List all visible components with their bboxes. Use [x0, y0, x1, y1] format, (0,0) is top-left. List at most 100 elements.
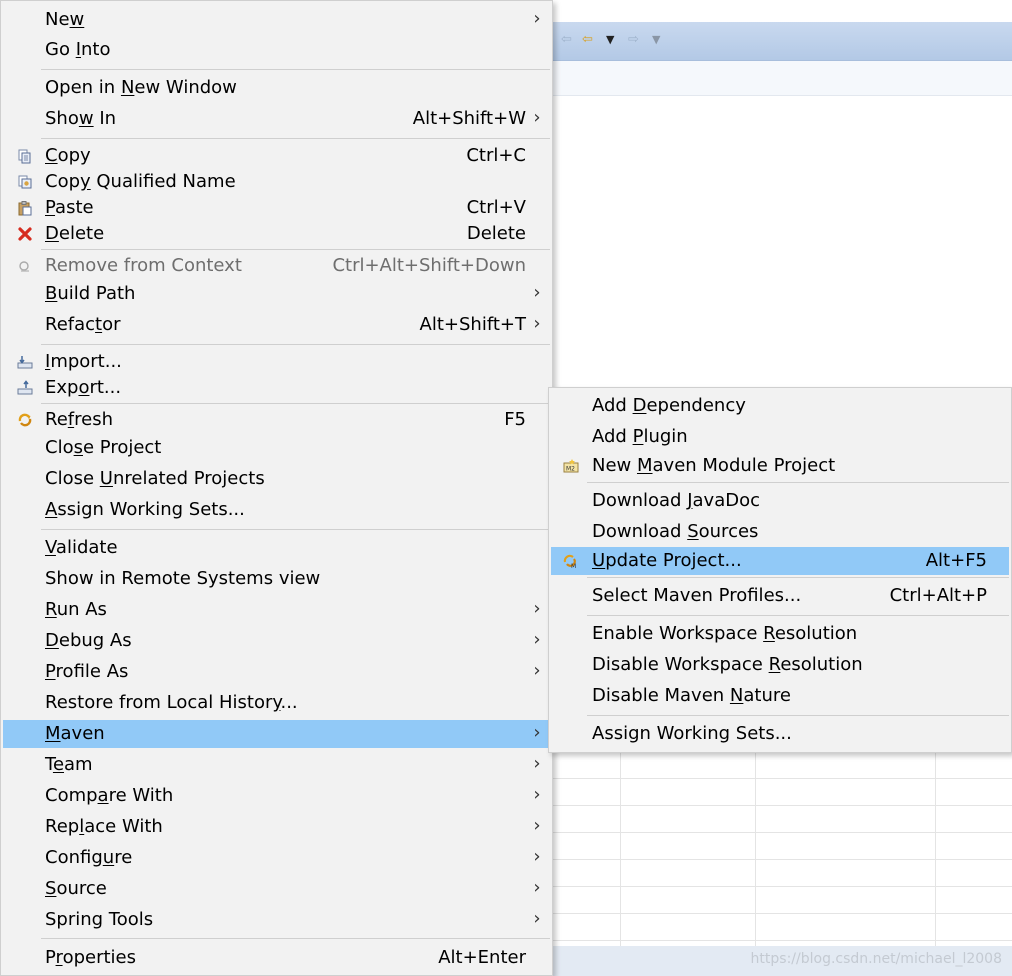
menu-item-label: Update Project...	[592, 550, 742, 571]
menu-item-update-project[interactable]: M Update Project... Alt+F5	[551, 547, 1009, 575]
menu-item-label: Add Plugin	[592, 426, 688, 447]
menu-item-label: Export...	[45, 377, 122, 398]
menu-item-show-in[interactable]: Show In Alt+Shift+W ›	[3, 105, 550, 133]
menu-item-label: Assign Working Sets...	[45, 499, 245, 520]
menu-item-copy-qualified[interactable]: Copy Qualified Name	[3, 168, 550, 196]
menu-item-open-new-window[interactable]: Open in New Window	[3, 74, 550, 102]
menu-item-new-module[interactable]: M2 New Maven Module Project	[551, 452, 1009, 480]
submenu-arrow-icon: ›	[533, 598, 541, 619]
menu-item-label: Copy	[45, 145, 91, 166]
menu-item-label: Show In	[45, 108, 117, 129]
forward-dropdown-icon[interactable]: ▼	[652, 31, 660, 49]
menu-item-replace-with[interactable]: Replace With ›	[3, 813, 550, 841]
menu-item-add-plugin[interactable]: Add Plugin	[551, 423, 1009, 451]
view-subbar	[553, 61, 1012, 96]
submenu-arrow-icon: ›	[533, 908, 541, 929]
menu-item-label: Team	[45, 754, 93, 775]
back-dropdown-icon[interactable]: ▼	[606, 31, 614, 49]
menu-item-shortcut: Alt+Shift+W	[412, 108, 526, 129]
submenu-arrow-icon: ›	[533, 722, 541, 743]
menu-item-source[interactable]: Source ›	[3, 875, 550, 903]
menu-item-profile-as[interactable]: Profile As ›	[3, 658, 550, 686]
submenu-arrow-icon: ›	[533, 815, 541, 836]
menu-item-go-into[interactable]: Go Into	[3, 36, 550, 64]
menu-item-configure[interactable]: Configure ›	[3, 844, 550, 872]
forward-arrow-icon[interactable]: ⇨	[628, 31, 639, 49]
menu-item-disable-workspace[interactable]: Disable Workspace Resolution	[551, 651, 1009, 679]
submenu-arrow-icon: ›	[533, 660, 541, 681]
menu-item-label: Maven	[45, 723, 105, 744]
menu-item-assign-working-sets[interactable]: Assign Working Sets...	[3, 496, 550, 524]
menu-item-export[interactable]: Export...	[3, 374, 550, 402]
menu-item-label: Refactor	[45, 314, 121, 335]
submenu-arrow-icon: ›	[533, 877, 541, 898]
menu-item-label: Disable Workspace Resolution	[592, 654, 863, 675]
menu-item-download-javadoc[interactable]: Download JavaDoc	[551, 487, 1009, 515]
back-nav-icon[interactable]: ⇦	[582, 31, 593, 49]
menu-item-delete[interactable]: Delete Delete	[3, 220, 550, 248]
menu-item-label: Compare With	[45, 785, 174, 806]
menu-item-label: Download Sources	[592, 521, 759, 542]
menu-item-label: Show in Remote Systems view	[45, 568, 321, 589]
menu-item-properties[interactable]: Properties Alt+Enter	[3, 944, 550, 972]
menu-item-maven[interactable]: Maven ›	[3, 720, 550, 748]
menu-item-show-remote[interactable]: Show in Remote Systems view	[3, 565, 550, 593]
menu-separator	[41, 69, 550, 70]
submenu-arrow-icon: ›	[533, 846, 541, 867]
menu-item-run-as[interactable]: Run As ›	[3, 596, 550, 624]
menu-item-close-unrelated[interactable]: Close Unrelated Projects	[3, 465, 550, 493]
menu-item-validate[interactable]: Validate	[3, 534, 550, 562]
submenu-arrow-icon: ›	[533, 629, 541, 650]
menu-separator	[587, 615, 1009, 616]
watermark-text: https://blog.csdn.net/michael_l2008	[750, 951, 1002, 967]
menu-item-copy[interactable]: Copy Ctrl+C	[3, 142, 550, 170]
menu-item-add-dependency[interactable]: Add Dependency	[551, 392, 1009, 420]
export-icon	[17, 380, 33, 396]
menu-item-spring-tools[interactable]: Spring Tools ›	[3, 906, 550, 934]
menu-item-label: Paste	[45, 197, 94, 218]
menu-item-label: Open in New Window	[45, 77, 237, 98]
submenu-arrow-icon: ›	[533, 8, 541, 29]
menu-item-label: Source	[45, 878, 107, 899]
menu-item-refresh[interactable]: Refresh F5	[3, 406, 550, 434]
submenu-arrow-icon: ›	[533, 107, 541, 128]
menu-item-shortcut: Delete	[466, 223, 526, 244]
menu-item-label: Disable Maven Nature	[592, 685, 791, 706]
menu-item-label: Spring Tools	[45, 909, 154, 930]
menu-separator	[41, 249, 550, 250]
menu-item-download-sources[interactable]: Download Sources	[551, 518, 1009, 546]
menu-item-disable-nature[interactable]: Disable Maven Nature	[551, 682, 1009, 710]
menu-item-paste[interactable]: Paste Ctrl+V	[3, 194, 550, 222]
menu-item-enable-workspace[interactable]: Enable Workspace Resolution	[551, 620, 1009, 648]
menu-item-assign-working-sets[interactable]: Assign Working Sets...	[551, 720, 1009, 748]
menu-item-compare-with[interactable]: Compare With ›	[3, 782, 550, 810]
menu-separator	[587, 715, 1009, 716]
menu-item-debug-as[interactable]: Debug As ›	[3, 627, 550, 655]
editor-top-strip	[553, 0, 1012, 22]
menu-item-remove-context[interactable]: Remove from Context Ctrl+Alt+Shift+Down	[3, 252, 550, 280]
menu-item-label: Copy Qualified Name	[45, 171, 236, 192]
menu-item-shortcut: Ctrl+C	[466, 145, 526, 166]
menu-item-build-path[interactable]: Build Path ›	[3, 280, 550, 308]
menu-item-close-project[interactable]: Close Project	[3, 434, 550, 462]
menu-separator	[587, 577, 1009, 578]
back-arrow-icon[interactable]: ⇦	[561, 31, 572, 49]
paste-icon	[17, 200, 33, 216]
maven-submenu: Add Dependency Add Plugin M2 New Maven Modu…	[548, 387, 1012, 753]
menu-item-restore-history[interactable]: Restore from Local History...	[3, 689, 550, 717]
menu-item-import[interactable]: Import...	[3, 348, 550, 376]
submenu-arrow-icon: ›	[533, 313, 541, 334]
menu-item-label: Validate	[45, 537, 118, 558]
menu-item-label: Enable Workspace Resolution	[592, 623, 858, 644]
menu-item-new[interactable]: New ›	[3, 6, 550, 34]
menu-item-refactor[interactable]: Refactor Alt+Shift+T ›	[3, 311, 550, 339]
menu-separator	[41, 138, 550, 139]
menu-separator	[587, 482, 1009, 483]
menu-item-team[interactable]: Team ›	[3, 751, 550, 779]
menu-item-label: Add Dependency	[592, 395, 746, 416]
menu-item-label: Profile As	[45, 661, 129, 682]
menu-item-label: Download JavaDoc	[592, 490, 760, 511]
submenu-arrow-icon: ›	[533, 753, 541, 774]
menu-item-select-profiles[interactable]: Select Maven Profiles... Ctrl+Alt+P	[551, 582, 1009, 610]
submenu-arrow-icon: ›	[533, 282, 541, 303]
